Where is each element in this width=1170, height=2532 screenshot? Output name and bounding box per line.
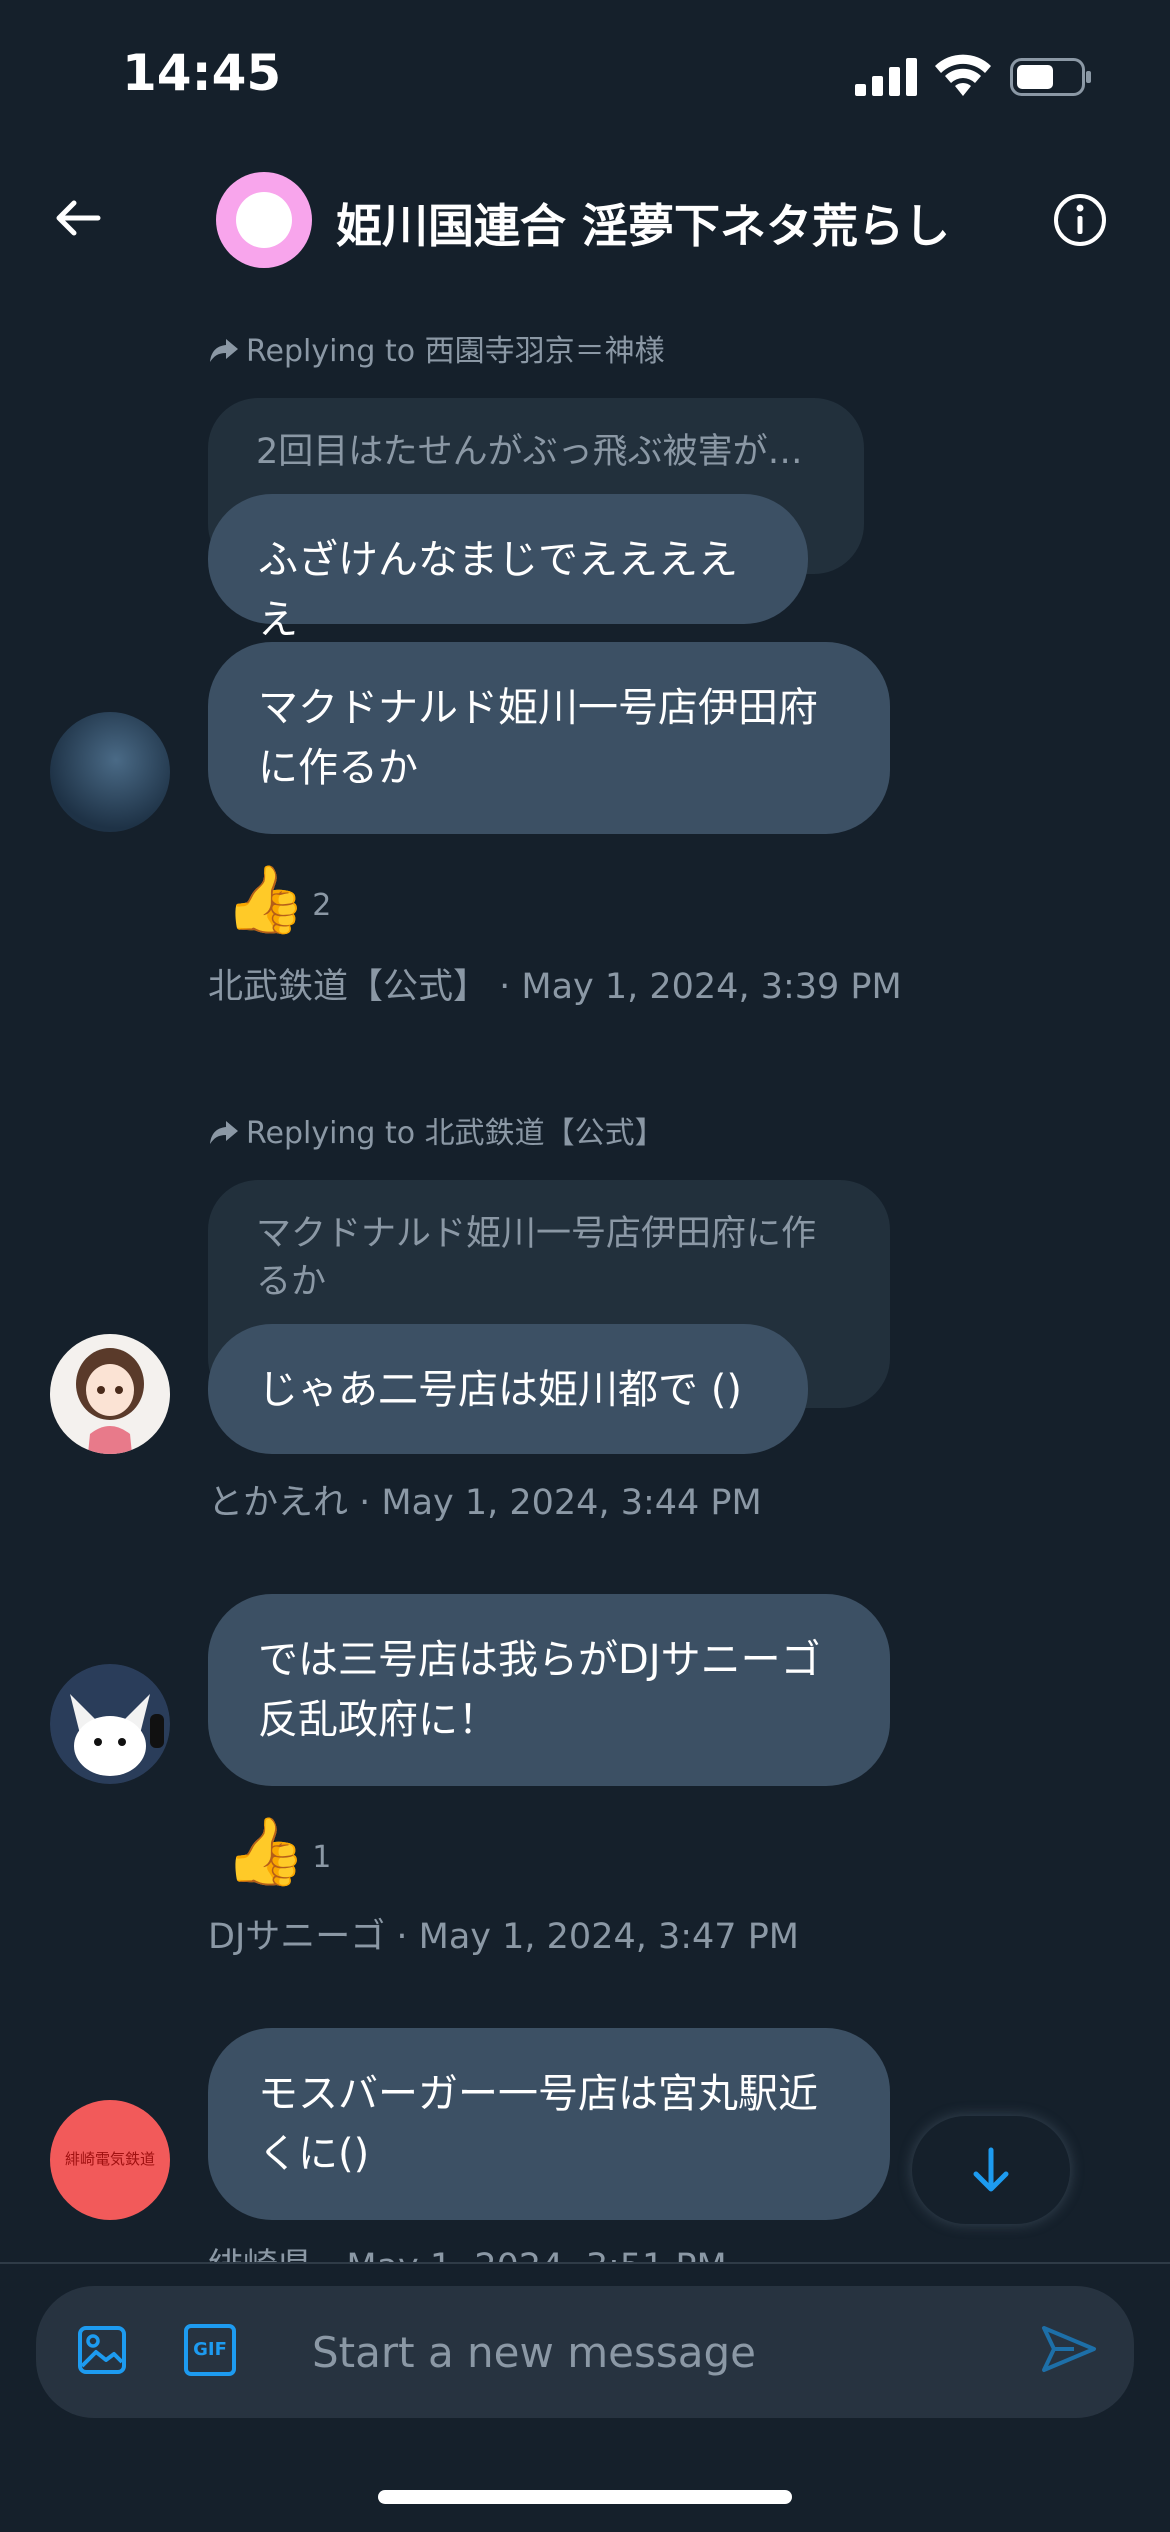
message-text: ふざけんなまじでえええええ	[258, 537, 738, 643]
image-icon[interactable]	[76, 2324, 128, 2376]
reply-to-text: Replying to 西園寺羽京＝神様	[246, 334, 665, 369]
reply-to-text: Replying to 北武鉄道【公式】	[246, 1116, 665, 1151]
message-input[interactable]	[312, 2314, 1012, 2390]
status-bar: 14:45	[0, 0, 1170, 150]
avatar[interactable]	[50, 712, 170, 832]
scroll-to-bottom-button[interactable]	[912, 2116, 1070, 2224]
reaction-count: 2	[312, 887, 332, 923]
message-text: マクドナルド姫川一号店伊田府に作るか	[258, 685, 818, 791]
composer-divider	[0, 2262, 1170, 2264]
avatar[interactable]	[50, 1334, 170, 1454]
message-meta: とかえれ · May 1, 2024, 3:44 PM	[208, 1483, 762, 1523]
reply-arrow-icon	[210, 1121, 238, 1144]
message-bubble[interactable]: モスバーガー一号店は宮丸駅近くに()	[208, 2028, 890, 2220]
wifi-icon	[935, 54, 991, 96]
avatar[interactable]	[50, 1664, 170, 1784]
home-indicator	[378, 2490, 792, 2504]
reaction[interactable]: 👍 1	[224, 1812, 331, 1892]
reply-label: Replying to 北武鉄道【公式】	[208, 1108, 665, 1152]
message-meta: 緋崎県 · May 1, 2024, 3:51 PM	[208, 2238, 727, 2262]
message-bubble[interactable]: じゃあ二号店は姫川都で ()	[208, 1324, 808, 1454]
message-bubble[interactable]: マクドナルド姫川一号店伊田府に作るか	[208, 642, 890, 834]
send-icon[interactable]	[1040, 2320, 1098, 2378]
message-text: では三号店は我らがDJサニーゴ反乱政府に！	[258, 1637, 821, 1743]
cellular-signal-icon	[855, 58, 917, 96]
reaction-count: 1	[312, 1839, 332, 1875]
message-meta: 北武鉄道【公式】 · May 1, 2024, 3:39 PM	[208, 967, 902, 1007]
quoted-text: マクドナルド姫川一号店伊田府に作るか	[256, 1214, 817, 1302]
gif-label: GIF	[193, 2339, 227, 2360]
gif-button[interactable]: GIF	[184, 2324, 236, 2376]
status-time: 14:45	[122, 44, 282, 102]
thumbs-up-icon: 👍	[224, 1813, 307, 1890]
info-circle-icon[interactable]	[1052, 192, 1108, 248]
message-text: モスバーガー一号店は宮丸駅近くに()	[258, 2071, 818, 2177]
conversation-title[interactable]: 姫川国連合 淫夢下ネタ荒らし	[336, 190, 950, 256]
message-text: じゃあ二号店は姫川都で ()	[258, 1367, 742, 1413]
avatar[interactable]: 緋崎電気鉄道	[50, 2100, 170, 2220]
message-bubble[interactable]: では三号店は我らがDJサニーゴ反乱政府に！	[208, 1594, 890, 1786]
message-bubble[interactable]: ふざけんなまじでえええええ	[208, 494, 808, 643]
quoted-text: 2回目はたせんがぶっ飛ぶ被害が…	[256, 432, 803, 472]
battery-icon	[1010, 58, 1091, 96]
arrow-down-icon	[973, 2147, 1009, 2192]
clipped-meta-row: 緋崎県 · May 1, 2024, 3:51 PM	[0, 2230, 1170, 2262]
anime-avatar-icon	[76, 1348, 144, 1454]
avatar-logo-text: 緋崎電気鉄道	[64, 2150, 155, 2168]
arrow-left-icon[interactable]	[48, 188, 108, 248]
rabbit-avatar-icon	[50, 1664, 170, 1784]
reply-arrow-icon	[210, 339, 238, 362]
group-avatar[interactable]	[216, 172, 312, 268]
reply-label: Replying to 西園寺羽京＝神様	[208, 326, 665, 370]
message-meta: DJサニーゴ · May 1, 2024, 3:47 PM	[208, 1917, 800, 1957]
reaction[interactable]: 👍 2	[224, 860, 331, 940]
thumbs-up-icon: 👍	[224, 861, 307, 938]
